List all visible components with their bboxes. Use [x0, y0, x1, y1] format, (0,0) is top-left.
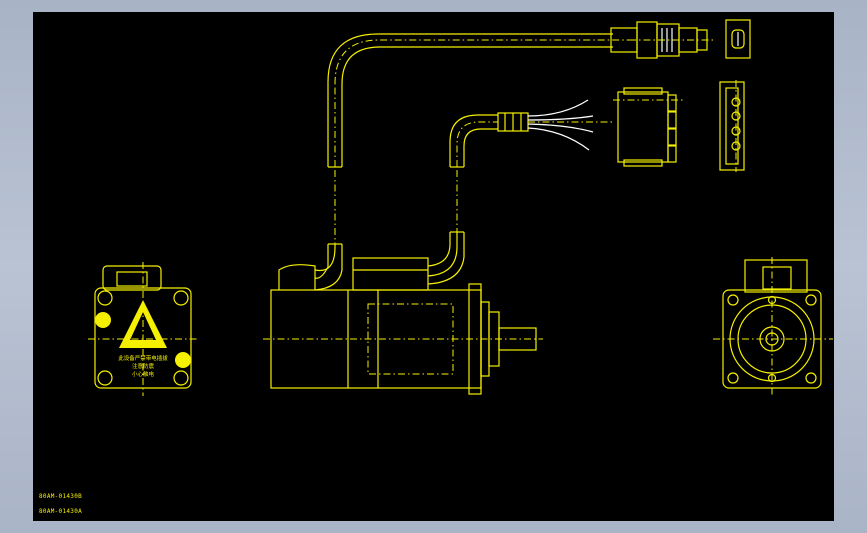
warning-text-2: 注意防震 — [132, 362, 155, 370]
warning-text-3: 小心触电 — [132, 370, 155, 378]
power-cable — [449, 99, 613, 168]
power-connector — [613, 80, 745, 172]
motor-rear-view: 此设备严禁带电插拔 注意防震 小心触电 — [88, 262, 198, 396]
encoder-connector — [610, 19, 751, 59]
cad-drawing: 此设备严禁带电插拔 注意防震 小心触电 — [88, 19, 833, 397]
model-label-1: 80AM-01430B — [39, 493, 83, 500]
motor-side-view — [263, 231, 543, 395]
model-label-2: 80AM-01430A — [39, 508, 83, 515]
drawing-sheet: 此设备严禁带电插拔 注意防震 小心触电 80AM-01430B 80AM-014… — [33, 12, 834, 521]
warning-text-1: 此设备严禁带电插拔 — [118, 354, 168, 362]
motor-front-view — [713, 257, 833, 397]
